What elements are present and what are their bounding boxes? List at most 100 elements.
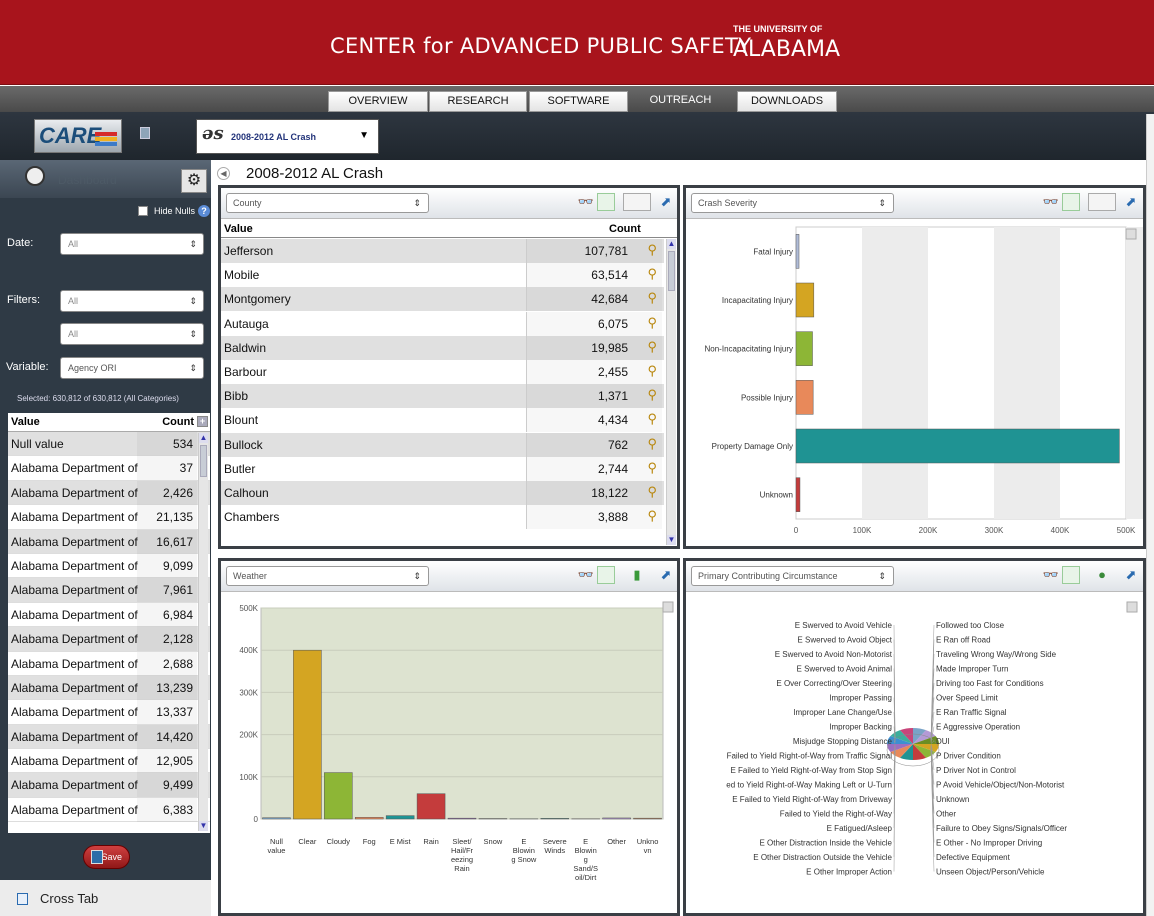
export-icon[interactable]: [597, 566, 615, 584]
gear-icon[interactable]: ⚙: [181, 169, 207, 193]
dataset-select[interactable]: ǝs 2008-2012 AL Crash ▼: [196, 119, 379, 154]
table-row[interactable]: Montgomery 42,684 ⚲: [221, 287, 664, 312]
variable-select[interactable]: Agency ORI ⇕: [60, 357, 204, 379]
table-row[interactable]: Calhoun 18,122 ⚲: [221, 481, 664, 505]
nav-research[interactable]: RESEARCH: [429, 91, 527, 112]
row-count: 9,499: [137, 773, 197, 798]
nav-downloads[interactable]: DOWNLOADS: [737, 91, 837, 112]
export-icon[interactable]: [1062, 566, 1080, 584]
table-row[interactable]: Alabama Department of ... 13,337: [8, 700, 210, 725]
table-row[interactable]: Jefferson 107,781 ⚲: [221, 239, 664, 263]
expand-icon[interactable]: ⬈: [657, 193, 675, 211]
table-row[interactable]: Alabama Department of ... 14,420: [8, 724, 210, 750]
table-row[interactable]: Alabama Department of ... 13,239: [8, 675, 210, 701]
add-column-icon[interactable]: +: [197, 416, 208, 427]
drilldown-icon[interactable]: ⚲: [647, 508, 657, 524]
expand-icon[interactable]: ⬈: [1122, 193, 1140, 211]
table-row[interactable]: Alabama Department of ... 37: [8, 456, 210, 481]
filter-select-1[interactable]: All ⇕: [60, 290, 204, 312]
table-row[interactable]: Barbour 2,455 ⚲: [221, 360, 664, 384]
care-logo[interactable]: CARE: [34, 119, 122, 153]
table-row[interactable]: Butler 2,744 ⚲: [221, 456, 664, 481]
back-icon[interactable]: ◀: [217, 167, 230, 180]
table-row[interactable]: Null value 534: [8, 432, 210, 457]
table-row[interactable]: Alabama Department of ... 2,688: [8, 651, 210, 676]
expand-icon[interactable]: ⬈: [1122, 566, 1140, 584]
county-col-value[interactable]: Value: [224, 223, 253, 235]
updown-icon: ⇕: [878, 571, 886, 581]
table-row[interactable]: Mobile 63,514 ⚲: [221, 263, 664, 288]
scroll-up-icon[interactable]: ▲: [667, 239, 676, 249]
table-row[interactable]: Alabama Department of ... 9,099: [8, 553, 210, 579]
drilldown-icon[interactable]: ⚲: [647, 484, 657, 500]
cross-tab-section[interactable]: Cross Tab: [0, 880, 211, 916]
hide-nulls-checkbox[interactable]: [138, 206, 148, 216]
nav-overview[interactable]: OVERVIEW: [328, 91, 428, 112]
table-row[interactable]: Blount 4,434 ⚲: [221, 408, 664, 433]
scroll-down-icon[interactable]: ▼: [667, 535, 676, 545]
county-col-count[interactable]: Count: [609, 223, 641, 235]
scroll-thumb[interactable]: [668, 251, 675, 291]
county-scrollbar[interactable]: ▲ ▼: [666, 239, 676, 545]
table-row[interactable]: Bibb 1,371 ⚲: [221, 384, 664, 409]
university-label-large[interactable]: ALABAMA: [733, 37, 840, 62]
drilldown-icon[interactable]: ⚲: [647, 387, 657, 403]
table-row[interactable]: Alabama Department of ... 9,499: [8, 773, 210, 798]
col-count[interactable]: Count: [162, 416, 194, 428]
drilldown-icon[interactable]: ⚲: [647, 266, 657, 282]
page-scrollbar[interactable]: [1146, 114, 1154, 916]
table-row[interactable]: Alabama Department of ... 12,905: [8, 749, 210, 774]
file-icon[interactable]: [140, 127, 150, 139]
table-row[interactable]: Alabama Department of ... 2,128: [8, 627, 210, 652]
column-chart-icon[interactable]: ▮: [623, 566, 651, 584]
scroll-down-icon[interactable]: ▼: [199, 821, 208, 831]
drilldown-icon[interactable]: ⚲: [647, 290, 657, 306]
export-icon[interactable]: [597, 193, 615, 211]
severity-toolbar: Crash Severity ⇕ 👓 ⬈: [686, 188, 1143, 219]
filter-select-2[interactable]: All ⇕: [60, 323, 204, 345]
drilldown-icon[interactable]: ⚲: [647, 339, 657, 355]
table-row[interactable]: Alabama Department of ... 7,961: [8, 578, 210, 603]
pcc-tools: 👓 ● ⬈: [1042, 566, 1142, 586]
nav-software[interactable]: SOFTWARE: [529, 91, 628, 112]
binoculars-icon[interactable]: 👓: [577, 193, 595, 211]
drilldown-icon[interactable]: ⚲: [647, 315, 657, 331]
scroll-up-icon[interactable]: ▲: [199, 433, 208, 443]
drilldown-icon[interactable]: ⚲: [647, 242, 657, 258]
pcc-select[interactable]: Primary Contributing Circumstance ⇕: [691, 566, 894, 586]
export-icon[interactable]: [1062, 193, 1080, 211]
dashboard-title[interactable]: Dashboard: [58, 173, 117, 187]
binoculars-icon[interactable]: 👓: [1042, 193, 1060, 211]
drilldown-icon[interactable]: ⚲: [647, 363, 657, 379]
row-value: Bullock: [224, 437, 263, 452]
severity-select[interactable]: Crash Severity ⇕: [691, 193, 894, 213]
drilldown-icon[interactable]: ⚲: [647, 411, 657, 427]
binoculars-icon[interactable]: 👓: [577, 566, 595, 584]
binoculars-icon[interactable]: 👓: [1042, 566, 1060, 584]
drilldown-icon[interactable]: ⚲: [647, 436, 657, 452]
row-value: Baldwin: [224, 340, 267, 355]
table-row[interactable]: Alabama Department of ... 6,984: [8, 602, 210, 628]
table-row[interactable]: Autauga 6,075 ⚲: [221, 311, 664, 336]
pie-chart-icon[interactable]: ●: [1088, 566, 1116, 584]
table-row[interactable]: Bullock 762 ⚲: [221, 432, 664, 457]
weather-select[interactable]: Weather ⇕: [226, 566, 429, 586]
table-row[interactable]: Baldwin 19,985 ⚲: [221, 335, 664, 360]
col-value[interactable]: Value: [11, 416, 40, 428]
scroll-thumb[interactable]: [200, 445, 207, 477]
nav-outreach[interactable]: OUTREACH: [630, 91, 731, 112]
help-icon[interactable]: ?: [198, 205, 210, 217]
agency-scrollbar[interactable]: ▲ ▼: [198, 433, 208, 831]
date-select[interactable]: All ⇕: [60, 233, 204, 255]
expand-icon[interactable]: ⬈: [657, 566, 675, 584]
table-row[interactable]: Chambers 3,888 ⚲: [221, 505, 664, 530]
table-view-icon[interactable]: [623, 193, 651, 211]
table-row[interactable]: Alabama Department of ... 6,383: [8, 797, 210, 823]
table-row[interactable]: Alabama Department of ... 21,135: [8, 505, 210, 530]
table-row[interactable]: Alabama Department of ... 16,617: [8, 529, 210, 554]
county-select[interactable]: County ⇕: [226, 193, 429, 213]
bar-chart-icon[interactable]: [1088, 193, 1116, 211]
save-button[interactable]: Save: [83, 845, 130, 869]
table-row[interactable]: Alabama Department of ... 2,426: [8, 480, 210, 506]
drilldown-icon[interactable]: ⚲: [647, 460, 657, 476]
